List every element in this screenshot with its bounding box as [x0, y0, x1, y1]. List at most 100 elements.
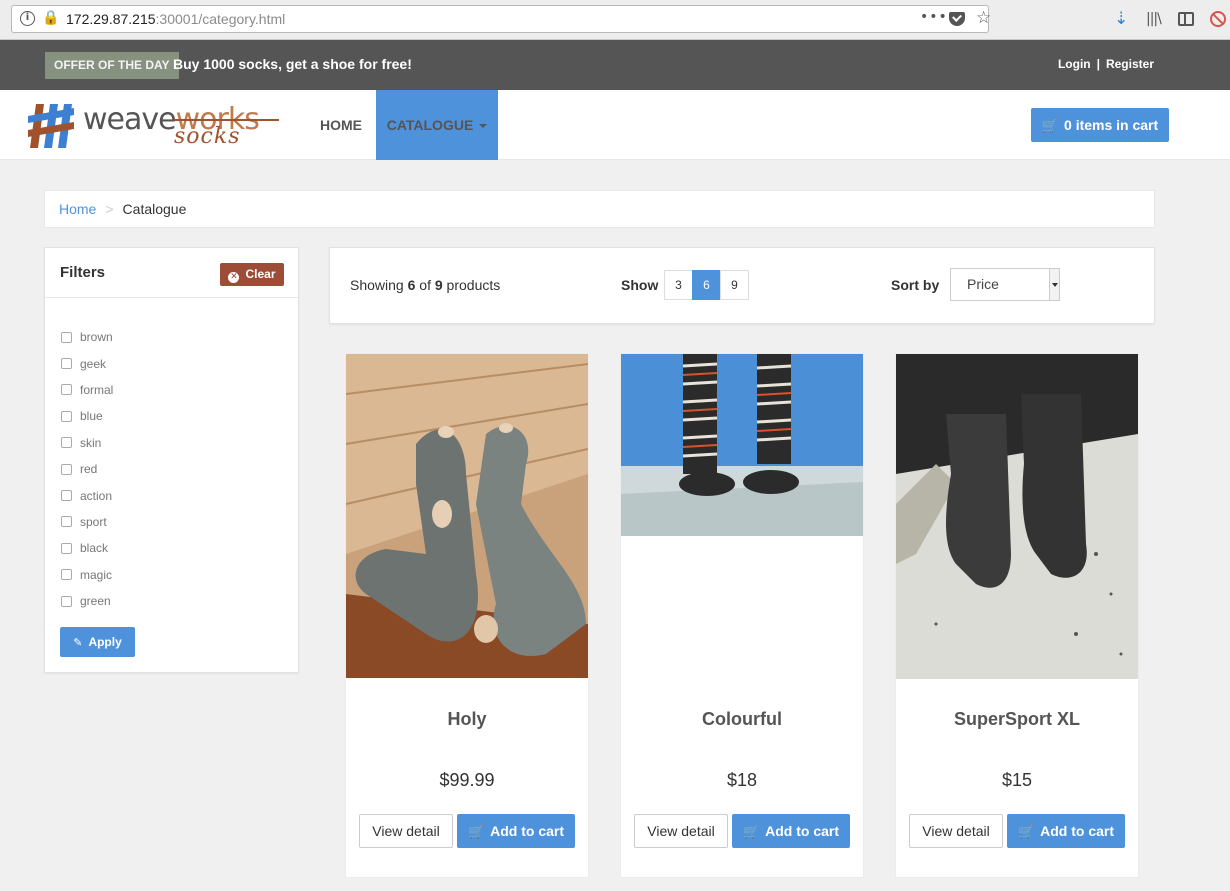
filter-checkbox[interactable]	[61, 595, 72, 607]
sort-select[interactable]: Price	[950, 268, 1060, 301]
add-to-cart-label: Add to cart	[490, 823, 565, 839]
logo-weave: weave	[83, 102, 177, 137]
sort-value: Price	[967, 276, 999, 292]
filter-checkbox[interactable]	[61, 569, 72, 581]
view-detail-button[interactable]: View detail	[359, 814, 453, 848]
product-price: $15	[1001, 770, 1033, 790]
colourful-socks-photo	[621, 354, 863, 536]
nav-catalogue[interactable]: CATALOGUE	[376, 90, 498, 160]
blocked-icon[interactable]	[1210, 11, 1226, 27]
filter-label: brown	[80, 330, 113, 345]
filter-checkbox[interactable]	[61, 331, 72, 343]
page-size-3-button[interactable]: 3	[664, 270, 693, 300]
select-arrow-icon	[1049, 269, 1059, 300]
filter-label: geek	[80, 356, 107, 371]
filter-checkbox[interactable]	[61, 542, 72, 554]
filter-option[interactable]: black	[61, 535, 113, 561]
download-icon[interactable]: ⇣	[1114, 9, 1128, 29]
logo-mark-icon	[28, 104, 74, 148]
url-text[interactable]: 172.29.87.215:30001/category.html	[66, 11, 285, 27]
offer-bar: OFFER OF THE DAY Buy 1000 socks, get a s…	[0, 40, 1230, 90]
add-to-cart-button[interactable]: 🛒 Add to cart	[1007, 814, 1125, 848]
url-host: 172.29.87.215	[66, 11, 156, 27]
filter-checkbox[interactable]	[61, 410, 72, 422]
filter-checkbox[interactable]	[61, 384, 72, 396]
shopping-cart-icon: 🛒	[742, 825, 760, 840]
add-to-cart-label: Add to cart	[1040, 823, 1115, 839]
pocket-icon[interactable]	[949, 12, 965, 26]
shopping-cart-icon: 🛒	[467, 825, 485, 840]
showing-count-text: Showing 6 of 9 products	[350, 277, 500, 293]
filter-option[interactable]: green	[61, 588, 113, 614]
filter-checkbox[interactable]	[61, 437, 72, 449]
filter-label: green	[80, 594, 111, 609]
showing-of: of	[415, 277, 435, 293]
product-image-holy[interactable]	[346, 354, 588, 678]
address-bar[interactable]: i 🔒 172.29.87.215:30001/category.html ••…	[11, 5, 991, 33]
apply-filters-button[interactable]: ✎ Apply	[60, 627, 135, 657]
login-link[interactable]: Login	[1058, 57, 1091, 71]
nav-catalogue-label: CATALOGUE	[386, 117, 474, 133]
sidebar-icon[interactable]	[1178, 12, 1194, 26]
bookmark-star-icon[interactable]: ☆	[976, 8, 991, 28]
clear-filters-button[interactable]: ✕ Clear	[220, 263, 284, 286]
sort-label: Sort by	[891, 277, 940, 293]
link-separator: |	[1096, 57, 1100, 71]
main-navbar: weaveworks socks HOME CATALOGUE 🛒 0 items…	[0, 90, 1230, 160]
filter-list: brown geek formal blue skin red action s…	[61, 324, 113, 614]
product-image-supersport-xl[interactable]	[896, 354, 1138, 679]
filters-title: Filters	[60, 264, 106, 281]
filter-checkbox[interactable]	[61, 358, 72, 370]
product-price: $18	[726, 770, 758, 790]
product-name[interactable]: Colourful	[621, 709, 863, 730]
supersport-socks-photo	[896, 354, 1138, 679]
info-icon[interactable]: i	[20, 11, 35, 26]
library-icon[interactable]: |||\	[1146, 11, 1162, 27]
cart-button[interactable]: 🛒 0 items in cart	[1031, 108, 1169, 142]
product-price: $99.99	[439, 770, 495, 790]
breadcrumb-home[interactable]: Home	[59, 201, 96, 217]
pencil-icon: ✎	[73, 636, 83, 649]
add-to-cart-button[interactable]: 🛒 Add to cart	[457, 814, 575, 848]
products-info-bar: Showing 6 of 9 products Show 3 6 9 Sort …	[329, 247, 1155, 324]
filter-option[interactable]: brown	[61, 324, 113, 350]
filter-option[interactable]: skin	[61, 430, 113, 456]
filter-option[interactable]: formal	[61, 377, 113, 403]
filter-checkbox[interactable]	[61, 516, 72, 528]
filter-checkbox[interactable]	[61, 463, 72, 475]
view-detail-button[interactable]: View detail	[909, 814, 1003, 848]
filter-label: red	[80, 462, 98, 477]
filter-label: black	[80, 541, 109, 556]
page-actions-icon[interactable]: •••	[920, 9, 948, 25]
product-name[interactable]: SuperSport XL	[896, 709, 1138, 730]
offer-badge[interactable]: OFFER OF THE DAY	[45, 52, 179, 79]
insecure-lock-icon[interactable]: 🔒	[42, 10, 59, 26]
filters-header: Filters ✕ Clear	[45, 248, 298, 298]
filter-option[interactable]: action	[61, 482, 113, 508]
weaveworks-socks-logo[interactable]: weaveworks socks	[28, 98, 278, 153]
nav-home[interactable]: HOME	[307, 90, 375, 160]
filter-option[interactable]: red	[61, 456, 113, 482]
browser-toolbar: i 🔒 172.29.87.215:30001/category.html ••…	[0, 0, 1230, 40]
filter-option[interactable]: geek	[61, 350, 113, 376]
view-detail-button[interactable]: View detail	[634, 814, 728, 848]
caret-down-icon	[479, 124, 488, 129]
page-size-6-button[interactable]: 6	[692, 270, 721, 300]
product-card: Holy $99.99 View detail 🛒 Add to cart	[345, 353, 589, 878]
filter-option[interactable]: blue	[61, 403, 113, 429]
filter-option[interactable]: sport	[61, 509, 113, 535]
show-label: Show	[621, 277, 659, 293]
page-size-9-button[interactable]: 9	[720, 270, 749, 300]
filter-checkbox[interactable]	[61, 490, 72, 502]
showing-suffix: products	[442, 277, 501, 293]
filter-option[interactable]: magic	[61, 562, 113, 588]
breadcrumb: Home > Catalogue	[44, 190, 1155, 228]
shopping-cart-icon: 🛒	[1017, 825, 1035, 840]
register-link[interactable]: Register	[1106, 57, 1154, 71]
filter-label: blue	[80, 409, 103, 424]
add-to-cart-button[interactable]: 🛒 Add to cart	[732, 814, 850, 848]
product-image-colourful[interactable]	[621, 354, 863, 536]
offer-text: Buy 1000 socks, get a shoe for free!	[173, 56, 412, 72]
filter-label: action	[80, 488, 113, 503]
product-name[interactable]: Holy	[346, 709, 588, 730]
